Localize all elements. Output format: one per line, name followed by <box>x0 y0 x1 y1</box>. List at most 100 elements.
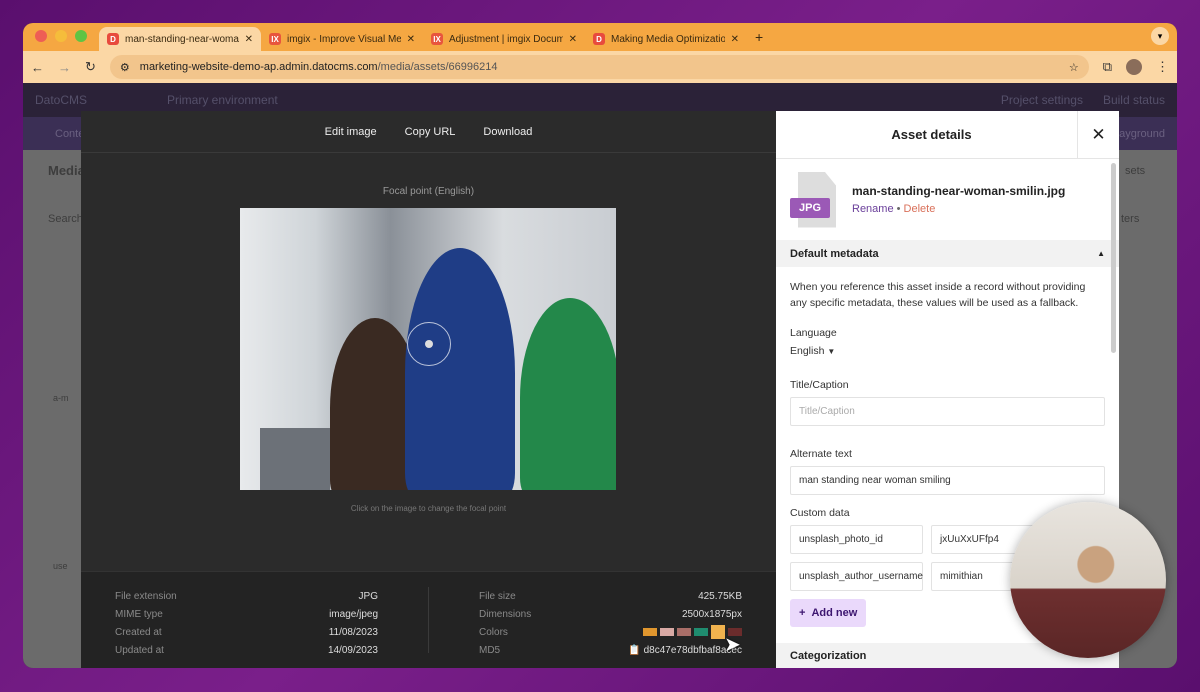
browser-menu-icon[interactable]: ⋮ <box>1156 59 1169 75</box>
title-caption-input[interactable]: Title/Caption <box>790 397 1105 426</box>
asset-item[interactable]: a-m <box>53 393 69 403</box>
focal-point-hint: Click on the image to change the focal p… <box>350 504 507 513</box>
browser-tab[interactable]: IX imgix - Improve Visual Media ✕ <box>261 27 423 51</box>
brand-logo[interactable]: DatoCMS <box>35 93 87 107</box>
url-path: /media/assets/66996214 <box>377 61 498 73</box>
default-metadata-section-header[interactable]: Default metadata ▲ <box>776 240 1119 267</box>
nav-content[interactable]: Conte <box>35 128 84 140</box>
asset-metadata: File extension JPG MIME type image/jpeg Cr… <box>81 571 776 668</box>
meta-label: MD5 <box>479 644 501 656</box>
tab-title: Adjustment | imgix Documen <box>449 33 563 45</box>
focal-point-marker[interactable] <box>407 322 451 366</box>
panel-scrollbar[interactable] <box>1111 163 1116 353</box>
collapse-caret-icon: ▲ <box>1097 249 1105 258</box>
rename-link[interactable]: Rename <box>852 203 894 215</box>
person-figure <box>520 298 616 490</box>
download-button[interactable]: Download <box>483 126 532 138</box>
tab-title: imgix - Improve Visual Media <box>287 33 401 45</box>
clipboard-icon[interactable]: 📋 <box>628 645 640 656</box>
laptop <box>260 428 330 490</box>
meta-label: File size <box>479 590 516 602</box>
browser-tab[interactable]: IX Adjustment | imgix Documen ✕ <box>423 27 585 51</box>
copy-url-button[interactable]: Copy URL <box>405 126 456 138</box>
assets-button[interactable]: sets <box>1125 165 1145 177</box>
add-new-button[interactable]: + Add new <box>790 599 867 627</box>
title-caption-label: Title/Caption <box>790 379 849 391</box>
dimensions-value: 2500x1875px <box>681 608 742 620</box>
nav-playground[interactable]: ayground <box>1119 128 1165 140</box>
tab-search-chevron-icon[interactable]: ▾ <box>1151 27 1169 45</box>
asset-preview-modal: Edit image Copy URL Download Focal point… <box>81 111 776 668</box>
build-status-dropdown[interactable]: Build status <box>1103 93 1165 107</box>
browser-tab[interactable]: D Making Media Optimization a ✕ <box>585 27 747 51</box>
mouse-cursor-icon: ➤ <box>724 634 741 656</box>
bookmark-star-icon[interactable]: ☆ <box>1069 61 1079 74</box>
language-label: Language <box>790 327 837 339</box>
language-selector[interactable]: English ▼ <box>790 345 1105 357</box>
datocms-favicon-icon: D <box>107 33 119 45</box>
datocms-favicon-icon: D <box>593 33 605 45</box>
webcam-overlay <box>1010 502 1166 658</box>
delete-link[interactable]: Delete <box>904 203 936 215</box>
color-swatch[interactable] <box>711 625 725 639</box>
color-swatch[interactable] <box>660 628 674 636</box>
panel-title: Asset details <box>891 127 972 142</box>
reload-icon[interactable]: ↻ <box>85 59 96 75</box>
meta-label: Colors <box>479 626 508 638</box>
edit-image-button[interactable]: Edit image <box>325 126 377 138</box>
minimize-window-button[interactable] <box>55 30 67 42</box>
imgix-favicon-icon: IX <box>431 33 443 45</box>
close-tab-icon[interactable]: ✕ <box>245 34 253 45</box>
color-swatch[interactable] <box>677 628 691 636</box>
meta-label: MIME type <box>115 608 163 620</box>
chevron-down-icon: ▼ <box>827 347 836 356</box>
metadata-description: When you reference this asset inside a r… <box>790 281 1086 309</box>
section-title: Default metadata <box>790 247 879 260</box>
meta-label: Updated at <box>115 644 164 656</box>
file-type-badge: JPG <box>790 197 830 218</box>
asset-item[interactable]: use <box>53 561 68 571</box>
close-tab-icon[interactable]: ✕ <box>731 34 739 45</box>
url-input[interactable]: ⚙ marketing-website-demo-ap.admin.datocm… <box>109 55 1089 79</box>
meta-value: image/jpeg <box>329 608 378 620</box>
tab-bar: Dman-standing-near-woman-s ✕ IX imgix - Im… <box>23 23 1177 51</box>
profile-avatar[interactable] <box>1126 59 1142 75</box>
meta-value: 14/09/2023 <box>327 644 378 656</box>
close-tab-icon[interactable]: ✕ <box>407 34 415 45</box>
search-input[interactable]: Search <box>48 213 83 225</box>
alt-text-input[interactable]: man standing near woman smiling <box>790 466 1105 495</box>
extensions-icon[interactable]: ⧉ <box>1103 59 1112 75</box>
close-tab-icon[interactable]: ✕ <box>569 34 577 45</box>
browser-tab[interactable]: Dman-standing-near-woman-s ✕ <box>99 27 261 51</box>
site-settings-icon[interactable]: ⚙ <box>120 61 130 74</box>
meta-value: JPG <box>358 590 378 602</box>
asset-image[interactable] <box>240 208 616 490</box>
color-swatch[interactable] <box>694 628 708 636</box>
filters-dropdown[interactable]: ters <box>1121 213 1139 225</box>
forward-icon[interactable]: → <box>58 60 71 75</box>
section-title: Categorization <box>790 649 867 662</box>
modal-toolbar: Edit image Copy URL Download <box>81 111 776 153</box>
meta-value: 11/08/2023 <box>328 626 378 638</box>
person-figure <box>405 248 515 490</box>
separator: • <box>893 203 904 215</box>
back-icon[interactable]: ← <box>31 60 44 75</box>
maximize-window-button[interactable] <box>75 30 87 42</box>
file-jpg-icon: JPG <box>790 171 838 228</box>
file-name: man-standing-near-woman-smilin.jpg <box>852 184 1066 198</box>
meta-label: Dimensions <box>479 608 532 620</box>
color-swatch[interactable] <box>643 628 657 636</box>
address-bar-row: ← → ↻ ⚙ marketing-website-demo-ap.admin.… <box>23 51 1177 83</box>
window-controls <box>23 30 99 51</box>
url-host: marketing-website-demo-ap.admin.datocms.… <box>139 61 378 73</box>
new-tab-button[interactable]: + <box>747 29 771 51</box>
language-value: English <box>790 345 825 357</box>
close-panel-button[interactable]: ✕ <box>1077 111 1119 159</box>
custom-data-key-input[interactable]: unsplash_author_username <box>790 562 923 591</box>
project-settings-link[interactable]: Project settings <box>1001 93 1083 107</box>
custom-data-key-input[interactable]: unsplash_photo_id <box>790 525 923 554</box>
tab-title: man-standing-near-woman-s <box>125 33 239 45</box>
close-window-button[interactable] <box>35 30 47 42</box>
environment-selector[interactable]: Primary environment <box>167 93 278 107</box>
tab-title: Making Media Optimization a <box>611 33 725 45</box>
